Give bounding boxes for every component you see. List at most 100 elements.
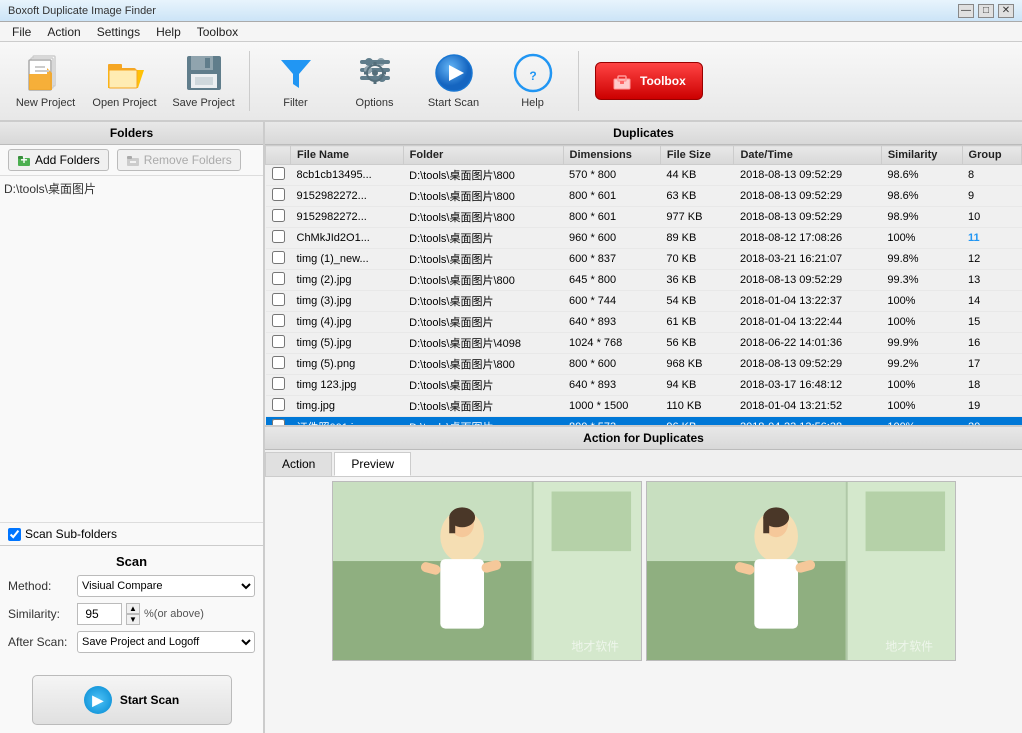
table-row[interactable]: timg 123.jpgD:\tools\桌面图片640 * 89394 KB2…	[266, 375, 1022, 396]
menu-action[interactable]: Action	[39, 23, 88, 41]
table-row[interactable]: timg (1)_new...D:\tools\桌面图片600 * 83770 …	[266, 249, 1022, 270]
filter-icon	[276, 53, 316, 93]
group-cell: 12	[962, 249, 1021, 270]
col-filename[interactable]: File Name	[291, 146, 404, 165]
left-panel: Folders + Add Folders Remove Folders	[0, 122, 265, 733]
row-checkbox[interactable]	[272, 188, 285, 201]
folder-cell: D:\tools\桌面图片	[403, 375, 563, 396]
group-cell: 18	[962, 375, 1021, 396]
table-row[interactable]: timg (5).jpgD:\tools\桌面图片\40981024 * 768…	[266, 333, 1022, 354]
right-panel: Duplicates File Name Folder Dimensions F…	[265, 122, 1022, 733]
menu-help[interactable]: Help	[148, 23, 189, 41]
row-checkbox[interactable]	[272, 230, 285, 243]
table-row[interactable]: timg (2).jpgD:\tools\桌面图片\800645 * 80036…	[266, 270, 1022, 291]
row-checkbox[interactable]	[272, 419, 285, 425]
toolbox-button[interactable]: Toolbox	[595, 62, 703, 100]
window-controls[interactable]: — □ ✕	[958, 4, 1014, 18]
row-checkbox[interactable]	[272, 356, 285, 369]
similarity-down[interactable]: ▼	[126, 614, 140, 625]
row-checkbox[interactable]	[272, 293, 285, 306]
filename-cell: timg (3).jpg	[291, 291, 404, 312]
maximize-button[interactable]: □	[978, 4, 994, 18]
close-button[interactable]: ✕	[998, 4, 1014, 18]
datetime-cell: 2018-08-13 09:52:29	[734, 207, 881, 228]
filesize-cell: 94 KB	[660, 375, 734, 396]
similarity-row: Similarity: ▲ ▼ %(or above)	[8, 603, 255, 625]
row-checkbox[interactable]	[272, 251, 285, 264]
table-row[interactable]: 9152982272...D:\tools\桌面图片\800800 * 6019…	[266, 207, 1022, 228]
folder-cell: D:\tools\桌面图片\800	[403, 354, 563, 375]
folder-cell: D:\tools\桌面图片	[403, 396, 563, 417]
similarity-up[interactable]: ▲	[126, 603, 140, 614]
minimize-button[interactable]: —	[958, 4, 974, 18]
table-row[interactable]: timg (4).jpgD:\tools\桌面图片640 * 89361 KB2…	[266, 312, 1022, 333]
similarity-cell: 98.6%	[881, 186, 962, 207]
similarity-cell: 100%	[881, 228, 962, 249]
similarity-suffix: %(or above)	[144, 608, 204, 620]
tab-action[interactable]: Action	[265, 452, 332, 476]
col-dimensions[interactable]: Dimensions	[563, 146, 660, 165]
dimensions-cell: 645 * 800	[563, 270, 660, 291]
start-scan-play-icon: ▶	[84, 686, 112, 714]
table-row[interactable]: timg (3).jpgD:\tools\桌面图片600 * 74454 KB2…	[266, 291, 1022, 312]
options-button[interactable]: Options	[337, 46, 412, 116]
filename-cell: 9152982272...	[291, 186, 404, 207]
row-checkbox[interactable]	[272, 398, 285, 411]
col-filesize[interactable]: File Size	[660, 146, 734, 165]
row-checkbox[interactable]	[272, 272, 285, 285]
similarity-cell: 100%	[881, 417, 962, 426]
filename-cell: timg (5).jpg	[291, 333, 404, 354]
row-checkbox[interactable]	[272, 167, 285, 180]
table-row[interactable]: 9152982272...D:\tools\桌面图片\800800 * 6016…	[266, 186, 1022, 207]
dimensions-cell: 800 * 601	[563, 186, 660, 207]
filesize-cell: 110 KB	[660, 396, 734, 417]
row-checkbox[interactable]	[272, 314, 285, 327]
table-row[interactable]: 证件照001.jpgD:\tools\桌面图片800 * 57396 KB201…	[266, 417, 1022, 426]
group-cell: 15	[962, 312, 1021, 333]
filesize-cell: 56 KB	[660, 333, 734, 354]
col-folder[interactable]: Folder	[403, 146, 563, 165]
filename-cell: ChMkJId2O1...	[291, 228, 404, 249]
col-group[interactable]: Group	[962, 146, 1021, 165]
menu-file[interactable]: File	[4, 23, 39, 41]
similarity-spinner[interactable]: ▲ ▼	[126, 603, 140, 625]
table-row[interactable]: timg.jpgD:\tools\桌面图片1000 * 1500110 KB20…	[266, 396, 1022, 417]
row-checkbox[interactable]	[272, 209, 285, 222]
method-select[interactable]: Visiual Compare	[77, 575, 255, 597]
toolbar: New Project Open Project Save Project	[0, 42, 1022, 122]
scan-subfolders-checkbox[interactable]	[8, 528, 21, 541]
duplicates-table-container[interactable]: File Name Folder Dimensions File Size Da…	[265, 145, 1022, 425]
options-icon	[355, 53, 395, 93]
filesize-cell: 54 KB	[660, 291, 734, 312]
row-checkbox[interactable]	[272, 377, 285, 390]
start-scan-toolbar-button[interactable]: Start Scan	[416, 46, 491, 116]
save-project-icon	[184, 53, 224, 93]
table-row[interactable]: ChMkJId2O1...D:\tools\桌面图片960 * 60089 KB…	[266, 228, 1022, 249]
start-scan-button[interactable]: ▶ Start Scan	[32, 675, 232, 725]
save-project-button[interactable]: Save Project	[166, 46, 241, 116]
col-similarity[interactable]: Similarity	[881, 146, 962, 165]
remove-folders-button[interactable]: Remove Folders	[117, 149, 241, 171]
add-folder-icon: +	[17, 153, 31, 167]
dimensions-cell: 960 * 600	[563, 228, 660, 249]
filter-button[interactable]: Filter	[258, 46, 333, 116]
method-label: Method:	[8, 579, 73, 593]
after-scan-select[interactable]: Save Project and Logoff	[77, 631, 255, 653]
similarity-input[interactable]	[77, 603, 122, 625]
menu-toolbox[interactable]: Toolbox	[189, 23, 246, 41]
folder-cell: D:\tools\桌面图片\4098	[403, 333, 563, 354]
open-project-button[interactable]: Open Project	[87, 46, 162, 116]
tab-preview[interactable]: Preview	[334, 452, 411, 476]
datetime-cell: 2018-03-21 16:21:07	[734, 249, 881, 270]
similarity-label: Similarity:	[8, 607, 73, 621]
method-row: Method: Visiual Compare	[8, 575, 255, 597]
add-folders-button[interactable]: + Add Folders	[8, 149, 109, 171]
new-project-button[interactable]: New Project	[8, 46, 83, 116]
row-checkbox[interactable]	[272, 335, 285, 348]
datetime-cell: 2018-08-13 09:52:29	[734, 165, 881, 186]
menu-settings[interactable]: Settings	[89, 23, 148, 41]
col-datetime[interactable]: Date/Time	[734, 146, 881, 165]
table-row[interactable]: timg (5).pngD:\tools\桌面图片\800800 * 60096…	[266, 354, 1022, 375]
table-row[interactable]: 8cb1cb13495...D:\tools\桌面图片\800570 * 800…	[266, 165, 1022, 186]
help-button[interactable]: ? Help	[495, 46, 570, 116]
